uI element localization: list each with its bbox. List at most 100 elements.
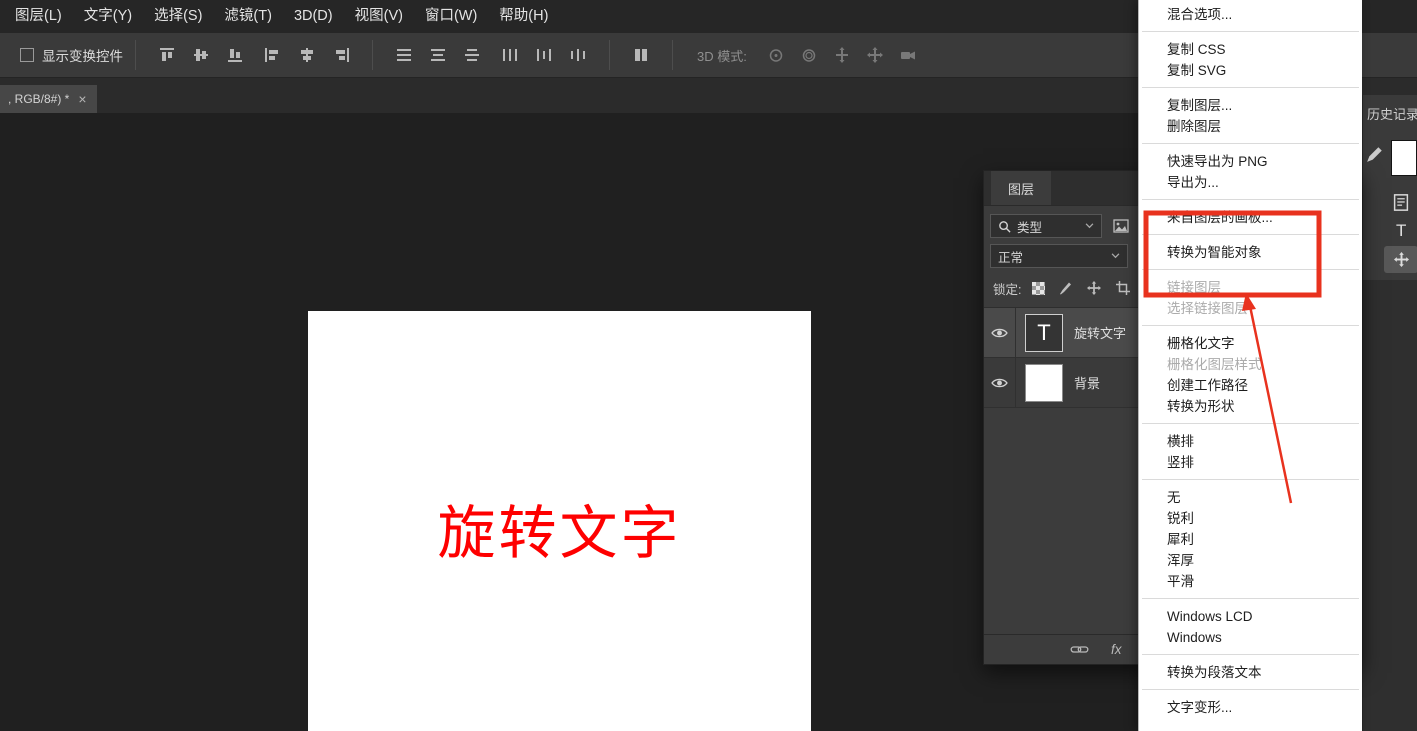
history-panel-tab[interactable]: 历史记录 xyxy=(1367,104,1417,123)
layer-thumbnail-glyph: T xyxy=(1037,320,1050,346)
layer-style-fx-button[interactable]: fx xyxy=(1111,642,1122,657)
move-tool-button[interactable] xyxy=(1384,246,1417,273)
menubar-item[interactable]: 图层(L) xyxy=(4,0,73,33)
lock-label: 锁定: xyxy=(993,279,1021,298)
document-tab-title: , RGB/8#) * xyxy=(8,92,69,106)
foreground-color-swatch[interactable] xyxy=(1391,140,1417,176)
blend-mode-value: 正常 xyxy=(998,247,1023,266)
blend-mode-select[interactable]: 正常 xyxy=(990,244,1128,268)
distribute-spacing-group xyxy=(626,42,656,68)
show-transform-checkbox[interactable] xyxy=(20,48,34,62)
lock-artboard-crop-icon[interactable] xyxy=(1114,276,1132,300)
distribute-horizontal-centers-button[interactable] xyxy=(529,42,559,68)
context-menu-item[interactable]: Windows LCD xyxy=(1139,606,1362,627)
align-right-edges-button[interactable] xyxy=(326,42,356,68)
threed-rotate-icon[interactable] xyxy=(761,42,791,68)
layer-context-menu: 混合选项... 复制 CSS 复制 SVG 复制图层... 删除图层 快速导出为… xyxy=(1138,0,1362,731)
context-menu-item[interactable]: 链接图层 xyxy=(1139,277,1362,298)
layer-visibility-toggle[interactable] xyxy=(984,308,1016,357)
divider xyxy=(609,40,610,70)
layer-visibility-toggle[interactable] xyxy=(984,358,1016,407)
context-menu-item[interactable]: 来自图层的画板... xyxy=(1139,207,1362,228)
image-icon xyxy=(1113,219,1129,233)
lock-position-move-icon[interactable] xyxy=(1085,276,1103,300)
context-menu-item[interactable]: 转换为段落文本 xyxy=(1139,662,1362,683)
context-menu-item[interactable]: Windows xyxy=(1139,627,1362,648)
divider xyxy=(672,40,673,70)
distribute-left-edges-button[interactable] xyxy=(495,42,525,68)
distribute-top-edges-button[interactable] xyxy=(389,42,419,68)
layer-thumbnail[interactable]: T xyxy=(1025,314,1063,352)
context-menu-item[interactable]: 选择链接图层 xyxy=(1139,298,1362,319)
context-menu-item[interactable]: 锐利 xyxy=(1139,508,1362,529)
align-vertical-group xyxy=(152,42,250,68)
context-menu-item[interactable]: 混合选项... xyxy=(1139,4,1362,25)
context-menu-item[interactable]: 横排 xyxy=(1139,431,1362,452)
distribute-vertical-group xyxy=(389,42,487,68)
threed-roll-icon[interactable] xyxy=(794,42,824,68)
layer-name: 背景 xyxy=(1074,373,1100,392)
context-menu-item[interactable]: 删除图层 xyxy=(1139,116,1362,137)
context-menu-item[interactable]: 栅格化图层样式 xyxy=(1139,354,1362,375)
threed-slide-icon[interactable] xyxy=(860,42,890,68)
rotated-text-artwork: 旋转文字 xyxy=(308,501,811,565)
threed-drag-icon[interactable] xyxy=(827,42,857,68)
distribute-vertical-centers-button[interactable] xyxy=(423,42,453,68)
context-menu-item[interactable]: 栅格化文字 xyxy=(1139,333,1362,354)
context-menu-item[interactable]: 转换为形状 xyxy=(1139,396,1362,417)
context-menu-item[interactable]: 转换为智能对象 xyxy=(1139,242,1362,263)
context-menu-item[interactable]: 平滑 xyxy=(1139,571,1362,592)
distribute-bottom-edges-button[interactable] xyxy=(457,42,487,68)
context-menu-item[interactable]: 复制 CSS xyxy=(1139,39,1362,60)
layers-panel-tab[interactable]: 图层 xyxy=(991,171,1051,205)
context-menu-item[interactable]: 无 xyxy=(1139,487,1362,508)
close-tab-icon[interactable]: × xyxy=(78,91,86,107)
context-menu-item[interactable]: 犀利 xyxy=(1139,529,1362,550)
show-transform-label: 显示变换控件 xyxy=(42,45,123,65)
link-layers-button[interactable] xyxy=(1070,644,1089,655)
layer-filter-type-select[interactable]: 类型 xyxy=(990,214,1102,238)
show-transform-controls[interactable]: 显示变换控件 xyxy=(20,45,123,65)
align-horizontal-centers-button[interactable] xyxy=(292,42,322,68)
photoshop-window: 图层(L) 文字(Y) 选择(S) 滤镜(T) 3D(D) 视图(V) 窗口(W… xyxy=(0,0,1417,731)
menubar-item[interactable]: 窗口(W) xyxy=(414,0,488,33)
context-menu-item[interactable]: 快速导出为 PNG xyxy=(1139,151,1362,172)
divider xyxy=(135,40,136,70)
layer-filter-type-value: 类型 xyxy=(1017,217,1042,236)
menubar-item[interactable]: 选择(S) xyxy=(143,0,213,33)
context-menu-item[interactable]: 导出为... xyxy=(1139,172,1362,193)
menubar-item[interactable]: 3D(D) xyxy=(283,0,344,33)
context-menu-item[interactable]: 复制图层... xyxy=(1139,95,1362,116)
search-icon xyxy=(998,220,1011,233)
context-menu-item[interactable]: 竖排 xyxy=(1139,452,1362,473)
distribute-spacing-button[interactable] xyxy=(626,42,656,68)
align-top-edges-button[interactable] xyxy=(152,42,182,68)
menubar-item[interactable]: 视图(V) xyxy=(344,0,414,33)
pen-tool-icon[interactable] xyxy=(1366,145,1384,168)
distribute-right-edges-button[interactable] xyxy=(563,42,593,68)
menubar-item[interactable]: 帮助(H) xyxy=(488,0,559,33)
document-tab[interactable]: , RGB/8#) * × xyxy=(0,85,97,113)
layer-thumbnail[interactable] xyxy=(1025,364,1063,402)
context-menu-item[interactable]: 复制 SVG xyxy=(1139,60,1362,81)
context-menu-item[interactable]: 浑厚 xyxy=(1139,550,1362,571)
properties-panel-icon[interactable] xyxy=(1393,194,1409,216)
align-horizontal-group xyxy=(258,42,356,68)
align-left-edges-button[interactable] xyxy=(258,42,288,68)
lock-transparent-pixels-icon[interactable] xyxy=(1032,282,1045,295)
layer-name: 旋转文字 xyxy=(1074,323,1126,342)
character-panel-icon[interactable]: T xyxy=(1396,221,1406,241)
dock-lower-area xyxy=(1363,280,1417,731)
filter-by-image-button[interactable] xyxy=(1108,214,1134,238)
context-menu-item[interactable]: 文字变形... xyxy=(1139,697,1362,718)
context-menu-item[interactable]: 创建工作路径 xyxy=(1139,375,1362,396)
menubar-item[interactable]: 文字(Y) xyxy=(73,0,143,33)
threed-camera-icon[interactable] xyxy=(893,42,923,68)
align-vertical-centers-button[interactable] xyxy=(186,42,216,68)
menubar-item[interactable]: 滤镜(T) xyxy=(213,0,283,33)
document-canvas[interactable]: 旋转文字 xyxy=(308,311,811,731)
eye-icon xyxy=(991,377,1008,389)
chevron-down-icon xyxy=(1085,223,1094,229)
align-bottom-edges-button[interactable] xyxy=(220,42,250,68)
lock-image-pixels-brush-icon[interactable] xyxy=(1056,276,1074,300)
